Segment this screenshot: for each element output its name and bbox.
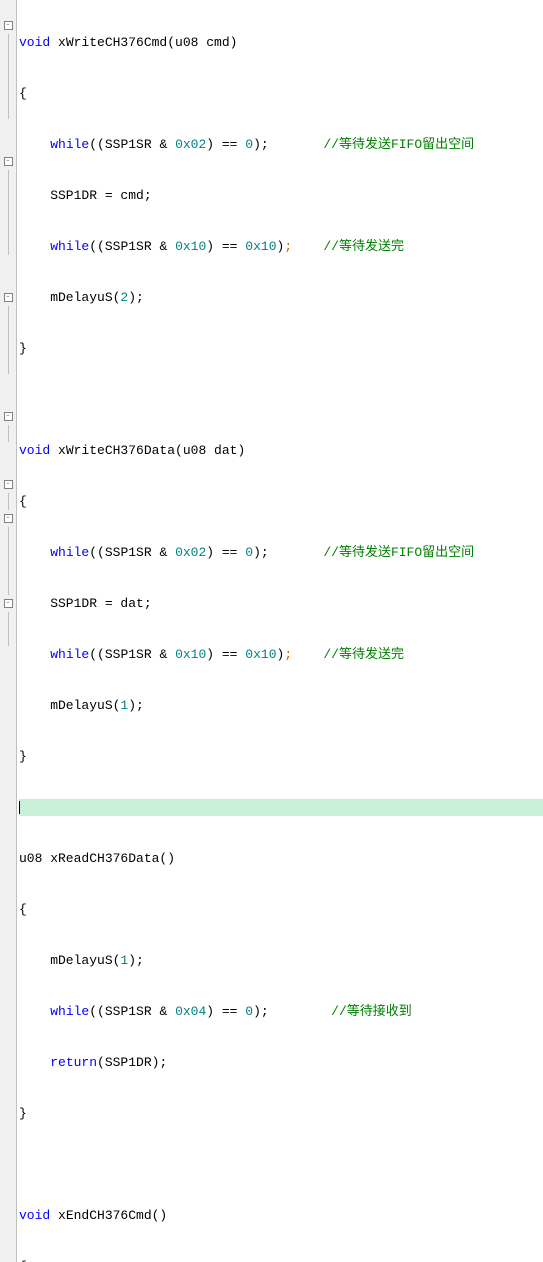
code-line[interactable]: } xyxy=(19,1105,543,1122)
code-line[interactable]: } xyxy=(19,340,543,357)
fold-toggle[interactable]: - xyxy=(0,408,16,425)
fold-toggle[interactable]: - xyxy=(0,476,16,493)
code-editor[interactable]: - - - - - - - v xyxy=(0,0,543,1262)
code-line[interactable]: { xyxy=(19,493,543,510)
code-line[interactable]: while((SSP1SR & 0x02) == 0); //等待发送FIFO留… xyxy=(19,544,543,561)
code-line[interactable] xyxy=(19,1156,543,1173)
code-line[interactable]: mDelayuS(2); xyxy=(19,289,543,306)
code-area[interactable]: void xWriteCH376Cmd(u08 cmd) { while((SS… xyxy=(17,0,543,1262)
code-line[interactable]: while((SSP1SR & 0x10) == 0x10); //等待发送完 xyxy=(19,238,543,255)
fold-toggle[interactable]: - xyxy=(0,153,16,170)
code-line[interactable]: SSP1DR = cmd; xyxy=(19,187,543,204)
code-line[interactable]: mDelayuS(1); xyxy=(19,697,543,714)
fold-toggle[interactable]: - xyxy=(0,510,16,527)
code-line[interactable]: } xyxy=(19,748,543,765)
current-line[interactable] xyxy=(19,799,543,816)
code-line[interactable]: void xWriteCH376Data(u08 dat) xyxy=(19,442,543,459)
fold-gutter: - - - - - - - xyxy=(0,0,17,1262)
fold-toggle[interactable]: - xyxy=(0,289,16,306)
code-line[interactable]: { xyxy=(19,1258,543,1262)
text-caret xyxy=(19,801,20,814)
fold-toggle[interactable]: - xyxy=(0,17,16,34)
code-line[interactable]: { xyxy=(19,901,543,918)
code-line[interactable]: mDelayuS(1); xyxy=(19,952,543,969)
code-line[interactable]: while((SSP1SR & 0x02) == 0); //等待发送FIFO留… xyxy=(19,136,543,153)
code-line[interactable] xyxy=(19,391,543,408)
code-line[interactable]: while((SSP1SR & 0x10) == 0x10); //等待发送完 xyxy=(19,646,543,663)
code-line[interactable]: while((SSP1SR & 0x04) == 0); //等待接收到 xyxy=(19,1003,543,1020)
code-line[interactable]: u08 xReadCH376Data() xyxy=(19,850,543,867)
fold-toggle[interactable]: - xyxy=(0,595,16,612)
code-line[interactable]: SSP1DR = dat; xyxy=(19,595,543,612)
code-line[interactable]: void xEndCH376Cmd() xyxy=(19,1207,543,1224)
code-line[interactable]: { xyxy=(19,85,543,102)
code-line[interactable]: return(SSP1DR); xyxy=(19,1054,543,1071)
code-line[interactable]: void xWriteCH376Cmd(u08 cmd) xyxy=(19,34,543,51)
